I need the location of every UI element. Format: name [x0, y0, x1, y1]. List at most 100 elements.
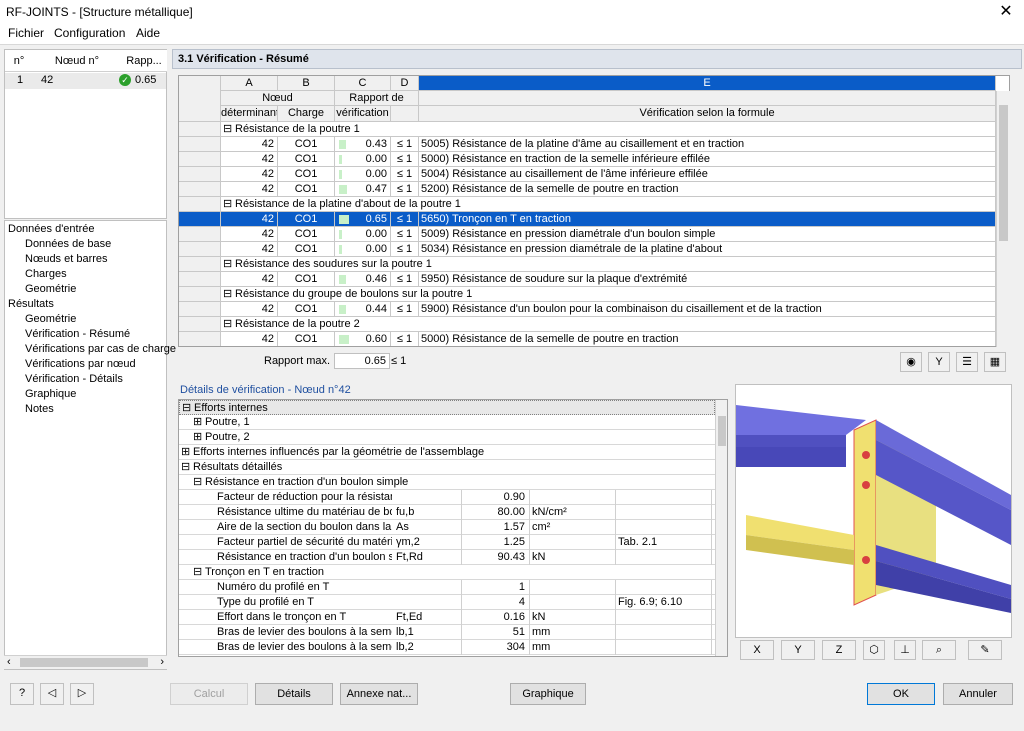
detail-row[interactable]: ⊟ Efforts internes: [179, 400, 715, 415]
3d-view[interactable]: [735, 384, 1012, 638]
cell-ratio[interactable]: 0.47: [335, 182, 391, 197]
nav-item-summary[interactable]: Vérification - Résumé: [25, 328, 130, 340]
group-row[interactable]: ⊟ Résistance de la poutre 2: [221, 317, 996, 332]
cell-node[interactable]: 42: [221, 302, 278, 317]
cell-load[interactable]: CO1: [278, 167, 335, 182]
zoom-icon[interactable]: ⌕: [922, 640, 956, 660]
help-icon[interactable]: ?: [10, 683, 34, 705]
col-d[interactable]: D: [391, 76, 419, 91]
scroll-right-icon[interactable]: ›: [160, 656, 164, 668]
detail-row[interactable]: ⊞ Efforts internes influencés par la géom…: [179, 445, 715, 460]
detail-row[interactable]: Numéro du profilé en T 1: [179, 580, 715, 595]
cell-ratio[interactable]: 0.00: [335, 152, 391, 167]
detail-row[interactable]: Type du profilé en T 4 Fig. 6.9; 6.10: [179, 595, 715, 610]
dimension-icon[interactable]: ⊥: [894, 640, 916, 660]
cell-node[interactable]: 42: [221, 332, 278, 346]
close-button[interactable]: ✕: [996, 3, 1016, 21]
view-z-icon[interactable]: Z: [822, 640, 856, 660]
detail-row[interactable]: Facteur partiel de sécurité du matériau γ…: [179, 535, 715, 550]
cell-ratio[interactable]: 0.46: [335, 272, 391, 287]
collapse-icon[interactable]: ⊟: [193, 475, 202, 489]
cell-le[interactable]: ≤ 1: [391, 272, 419, 287]
col-e[interactable]: E: [419, 76, 996, 91]
cell-le[interactable]: ≤ 1: [391, 302, 419, 317]
cancel-button[interactable]: Annuler: [943, 683, 1013, 705]
row-header[interactable]: [179, 167, 221, 182]
detail-row[interactable]: ⊞ Poutre, 1: [179, 415, 715, 430]
cell-ratio[interactable]: 0.43: [335, 137, 391, 152]
cell-ratio[interactable]: 0.60: [335, 332, 391, 346]
collapse-icon[interactable]: ⊟: [182, 401, 191, 415]
menu-fichier[interactable]: Fichier: [8, 26, 44, 40]
view-y-icon[interactable]: Y: [781, 640, 815, 660]
cell-load[interactable]: CO1: [278, 137, 335, 152]
scroll-left-icon[interactable]: ‹: [7, 656, 11, 668]
cell-le[interactable]: ≤ 1: [391, 167, 419, 182]
cell-le[interactable]: ≤ 1: [391, 227, 419, 242]
details-button[interactable]: Détails: [255, 683, 333, 705]
grid-vertical-scrollbar[interactable]: [996, 91, 1010, 347]
display-options-icon[interactable]: ✎: [968, 640, 1002, 660]
calc-button[interactable]: Calcul: [170, 683, 248, 705]
nav-item-notes[interactable]: Notes: [25, 403, 54, 415]
cell-formula[interactable]: 5004) Résistance au cisaillement de l'âm…: [419, 167, 996, 182]
cell-le[interactable]: ≤ 1: [391, 212, 419, 227]
cell-formula[interactable]: 5650) Tronçon en T en traction: [419, 212, 996, 227]
scroll-thumb[interactable]: [20, 658, 148, 667]
graphic-button[interactable]: Graphique: [510, 683, 586, 705]
detail-row[interactable]: Aire de la section du boulon dans la par…: [179, 520, 715, 535]
nav-group-results[interactable]: Résultats: [8, 298, 54, 310]
cell-load[interactable]: CO1: [278, 332, 335, 346]
row-header[interactable]: [179, 197, 221, 212]
row-header[interactable]: [179, 257, 221, 272]
expand-icon[interactable]: ⊞: [193, 430, 202, 444]
filter-icon[interactable]: Y: [928, 352, 950, 372]
detail-row[interactable]: Résistance ultime du matériau de boulonf…: [179, 505, 715, 520]
cell-formula[interactable]: 5900) Résistance d'un boulon pour la com…: [419, 302, 996, 317]
group-row[interactable]: ⊟ Résistance de la poutre 1: [221, 122, 996, 137]
cell-formula[interactable]: 5950) Résistance de soudure sur la plaqu…: [419, 272, 996, 287]
collapse-icon[interactable]: ⊟: [223, 317, 232, 331]
cell-formula[interactable]: 5034) Résistance en pression diamétrale …: [419, 242, 996, 257]
cell-node[interactable]: 42: [221, 227, 278, 242]
row-header[interactable]: [179, 332, 221, 346]
nav-horizontal-scrollbar[interactable]: ‹ ›: [4, 655, 167, 669]
row-header[interactable]: [179, 152, 221, 167]
cell-ratio[interactable]: 0.65: [335, 212, 391, 227]
previous-icon[interactable]: ◁: [40, 683, 64, 705]
col-b[interactable]: B: [278, 76, 335, 91]
row-header[interactable]: [179, 227, 221, 242]
cell-formula[interactable]: 5009) Résistance en pression diamétrale …: [419, 227, 996, 242]
cell-load[interactable]: CO1: [278, 242, 335, 257]
cell-le[interactable]: ≤ 1: [391, 137, 419, 152]
view-iso-icon[interactable]: ⬡: [863, 640, 885, 660]
row-header[interactable]: [179, 287, 221, 302]
expand-icon[interactable]: ⊞: [181, 445, 190, 459]
nav-item-by-node[interactable]: Vérifications par nœud: [25, 358, 136, 370]
cell-load[interactable]: CO1: [278, 152, 335, 167]
row-header[interactable]: [179, 212, 221, 227]
cell-node[interactable]: 42: [221, 137, 278, 152]
nav-item-geometry-input[interactable]: Geométrie: [25, 283, 76, 295]
nav-item-nodes-members[interactable]: Nœuds et barres: [25, 253, 108, 265]
view-x-icon[interactable]: X: [740, 640, 774, 660]
cell-load[interactable]: CO1: [278, 302, 335, 317]
cell-formula[interactable]: 5200) Résistance de la semelle de poutre…: [419, 182, 996, 197]
nav-group-input[interactable]: Données d'entrée: [8, 223, 95, 235]
nav-item-loads[interactable]: Charges: [25, 268, 67, 280]
grid-scroll-thumb[interactable]: [999, 105, 1008, 241]
cell-load[interactable]: CO1: [278, 272, 335, 287]
detail-row[interactable]: ⊟ Résistance en traction d'un boulon simp…: [179, 475, 715, 490]
cell-le[interactable]: ≤ 1: [391, 182, 419, 197]
row-header[interactable]: [179, 302, 221, 317]
cell-node[interactable]: 42: [221, 272, 278, 287]
detail-row[interactable]: Effort dans le tronçon en T Ft,Ed 0.16 kN: [179, 610, 715, 625]
nav-item-geometry-results[interactable]: Geométrie: [25, 313, 76, 325]
detail-row[interactable]: ⊟ Résultats détaillés: [179, 460, 715, 475]
collapse-icon[interactable]: ⊟: [223, 257, 232, 271]
next-icon[interactable]: ▷: [70, 683, 94, 705]
export-excel-icon[interactable]: ▦: [984, 352, 1006, 372]
table-view-icon[interactable]: ☰: [956, 352, 978, 372]
ok-button[interactable]: OK: [867, 683, 935, 705]
col-a[interactable]: A: [221, 76, 278, 91]
